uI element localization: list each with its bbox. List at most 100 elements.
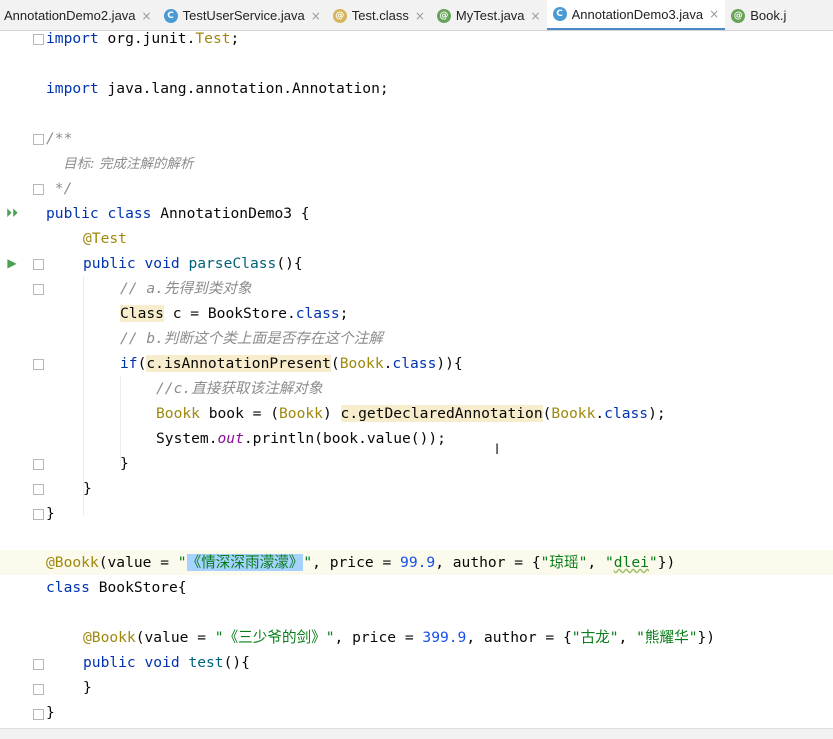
mouse-ibeam-cursor: I	[495, 442, 500, 458]
class-icon: C	[552, 7, 567, 21]
run-method-icon[interactable]: ▶	[5, 256, 19, 270]
code-line: // a.先得到类对象	[120, 280, 252, 297]
fold-marker[interactable]	[33, 459, 44, 470]
fold-marker[interactable]	[33, 184, 44, 195]
tab-test-class[interactable]: @ Test.class ×	[327, 0, 431, 30]
close-icon[interactable]: ×	[531, 9, 541, 23]
run-class-icon[interactable]: ⏵⏵	[5, 206, 19, 220]
code-token: test	[179, 654, 224, 671]
code-token: "熊耀华"	[636, 629, 698, 646]
code-token: @Bookk	[83, 629, 136, 646]
code-token: ;	[339, 305, 349, 322]
tab-label: MyTest.java	[455, 8, 525, 23]
code-line: Bookk book = (Bookk) c.getDeclaredAnnota…	[156, 403, 666, 425]
tab-testuserservice[interactable]: C TestUserService.java ×	[158, 0, 327, 30]
code-token: System.	[156, 430, 218, 447]
tab-mytest[interactable]: @ MyTest.java ×	[431, 0, 547, 30]
code-token: , price =	[334, 629, 423, 646]
fold-marker[interactable]	[33, 284, 44, 295]
tab-annotationdemo2[interactable]: AnnotationDemo2.java ×	[0, 0, 158, 30]
code-token: AnnotationDemo3 {	[151, 205, 310, 222]
fold-marker[interactable]	[33, 359, 44, 370]
class-icon: C	[163, 8, 178, 23]
code-token: class	[46, 579, 90, 596]
code-token: out	[217, 430, 244, 447]
fold-marker[interactable]	[33, 709, 44, 720]
code-token: BookStore{	[89, 579, 187, 596]
code-line: }	[46, 704, 55, 721]
code-line: }	[120, 455, 129, 472]
code-token: Bookk	[279, 405, 323, 422]
code-token: class	[604, 405, 649, 422]
code-line: /**	[46, 130, 73, 147]
tab-label: AnnotationDemo3.java	[571, 6, 704, 22]
code-token: import	[46, 80, 99, 97]
annotation-icon: @	[332, 8, 347, 23]
code-line: Class c = BookStore.class;	[120, 303, 348, 325]
code-token: Class	[120, 305, 164, 322]
code-token: "	[604, 554, 614, 571]
code-line: @Bookk(value = "《情深深雨濛濛》", price = 99.9,…	[46, 552, 675, 574]
code-line: @Test	[83, 230, 127, 247]
code-token: (	[330, 355, 340, 372]
code-token: ;	[230, 30, 240, 47]
fold-marker[interactable]	[33, 259, 44, 270]
code-line: }	[83, 679, 92, 696]
close-icon[interactable]: ×	[311, 9, 321, 23]
code-line: public class AnnotationDemo3 {	[46, 203, 310, 225]
code-line: import java.lang.annotation.Annotation;	[46, 78, 389, 100]
code-token: 399.9	[422, 629, 467, 646]
code-token: c = BookStore.	[163, 305, 296, 322]
code-token: 99.9	[400, 554, 436, 571]
code-editor[interactable]: ⏵⏵ ▶ import org.junit.Test; import java.…	[0, 30, 833, 739]
code-token: "	[177, 554, 187, 571]
code-line: public void parseClass(){	[83, 253, 303, 275]
annotation-icon: @	[436, 8, 451, 23]
code-token: .	[595, 405, 605, 422]
code-line: //c.直接获取该注解对象	[156, 380, 323, 397]
fold-marker[interactable]	[33, 509, 44, 520]
annotation-icon: @	[731, 8, 746, 23]
code-line: 目标: 完成注解的解析	[46, 156, 194, 172]
code-token: , author = {	[435, 554, 541, 571]
fold-marker[interactable]	[33, 659, 44, 670]
code-token: Bookk	[551, 405, 596, 422]
code-token: dlei	[613, 554, 649, 571]
code-token: (){	[276, 255, 303, 272]
code-token: ,	[587, 554, 605, 571]
editor-bottom-strip	[0, 728, 833, 739]
tab-book[interactable]: @ Book.j	[725, 0, 792, 30]
code-line: class BookStore{	[46, 577, 187, 599]
tab-annotationdemo3[interactable]: C AnnotationDemo3.java ×	[546, 0, 726, 30]
code-token: )	[322, 405, 341, 422]
fold-marker[interactable]	[33, 34, 44, 45]
code-token: (value =	[98, 554, 178, 571]
code-token: "	[303, 554, 313, 571]
close-icon[interactable]: ×	[142, 9, 152, 23]
code-token: );	[648, 405, 666, 422]
code-token: if	[120, 355, 138, 372]
code-token: class	[295, 305, 340, 322]
code-token: book = (	[199, 405, 280, 422]
code-token: "《三少爷的剑》"	[214, 629, 335, 646]
fold-marker[interactable]	[33, 684, 44, 695]
code-token: "古龙"	[571, 629, 619, 646]
close-icon[interactable]: ×	[415, 9, 425, 23]
code-token: })	[657, 554, 676, 571]
code-token: Bookk	[339, 355, 384, 372]
code-token: (value =	[135, 629, 215, 646]
fold-marker[interactable]	[33, 484, 44, 495]
tab-label: Book.j	[750, 8, 787, 23]
code-token: , author = {	[466, 629, 572, 646]
code-line: */	[46, 180, 73, 197]
code-token: Test	[195, 30, 231, 47]
code-token: class	[392, 355, 437, 372]
tab-label: TestUserService.java	[182, 8, 305, 23]
code-token: ,	[618, 629, 637, 646]
code-token: java.lang.annotation.Annotation;	[98, 80, 389, 97]
code-token: c.isAnnotationPresent	[146, 355, 331, 372]
selected-text[interactable]: 《情深深雨濛濛》	[186, 554, 304, 571]
tab-label: Test.class	[351, 8, 409, 23]
close-icon[interactable]: ×	[709, 7, 719, 21]
fold-marker[interactable]	[33, 134, 44, 145]
